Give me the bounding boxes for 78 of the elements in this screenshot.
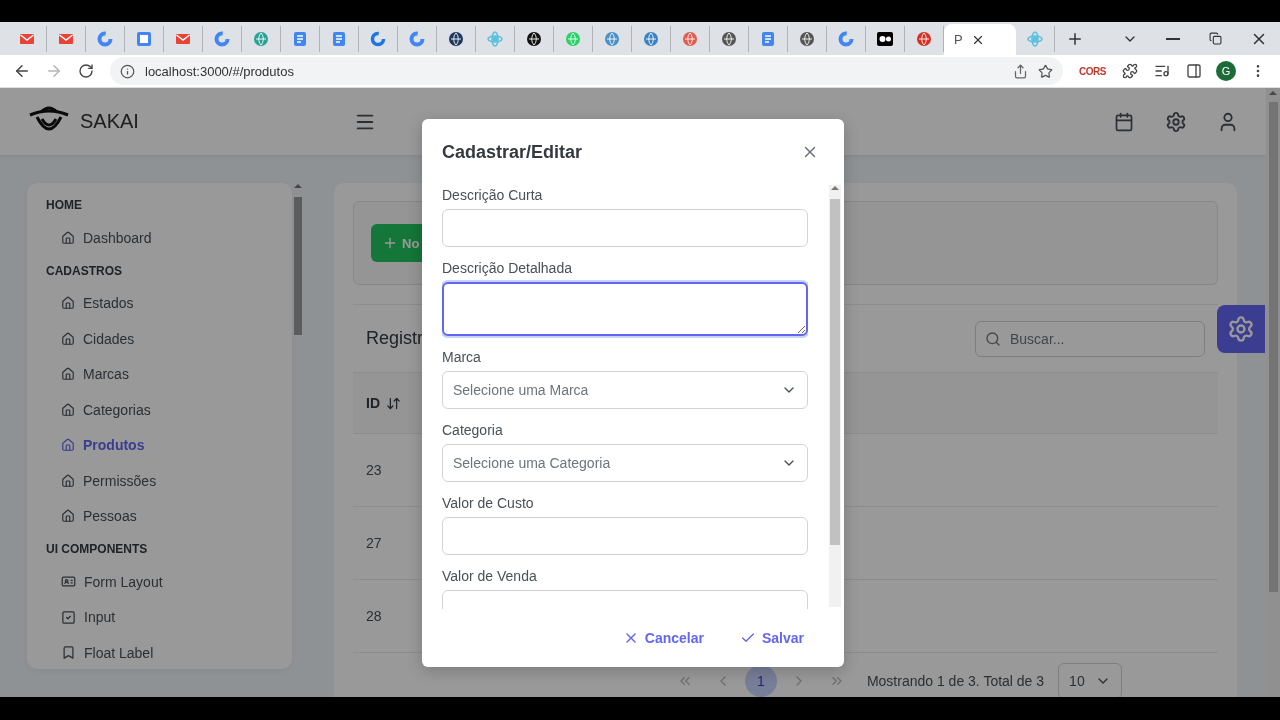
calendar-icon (1114, 111, 1134, 132)
scrollbar-thumb[interactable] (294, 197, 302, 335)
reload-icon (78, 63, 94, 79)
scrollbar-thumb[interactable] (830, 199, 840, 545)
scrollbar-thumb[interactable] (1268, 102, 1278, 592)
sidebar-item[interactable]: Float Label (46, 635, 273, 671)
search-field[interactable]: Buscar... (975, 320, 1205, 357)
restore-icon (1209, 32, 1222, 45)
table-cell: 27 (366, 535, 382, 551)
home-icon (61, 230, 75, 245)
share-icon[interactable] (1013, 63, 1029, 79)
page-button[interactable]: 1 (744, 665, 777, 697)
dropdown-field[interactable]: Selecione uma Categoria (442, 444, 808, 482)
scroll-up-icon[interactable] (831, 185, 839, 191)
bookmark-icon (61, 645, 76, 661)
dialog-title: Cadastrar/Editar (442, 141, 583, 163)
table-cell: 23 (366, 462, 382, 478)
playlist-icon (1154, 63, 1170, 79)
settings-icon (1227, 315, 1255, 343)
scroll-up-icon[interactable] (1269, 90, 1277, 96)
text-input[interactable] (442, 517, 808, 555)
star-icon[interactable] (1038, 63, 1054, 79)
home-icon (61, 296, 75, 311)
column-header[interactable]: ID (366, 395, 380, 411)
rows-per-page-dropdown[interactable]: 10 (1058, 663, 1123, 697)
section-title: CADASTROS (46, 262, 123, 280)
table-cell: 28 (366, 608, 382, 624)
field-label: Descrição Detalhada (442, 259, 573, 278)
sidebar-item[interactable]: Categorias (46, 392, 273, 428)
home-icon (61, 473, 75, 488)
sidebar-item[interactable]: Cidades (46, 321, 273, 357)
table-title: Registr (366, 328, 423, 349)
sidebar-item[interactable]: Estados (46, 285, 273, 321)
textarea-field[interactable] (442, 282, 808, 336)
settings-icon (1165, 110, 1187, 133)
home-icon (61, 509, 75, 524)
search-icon (985, 330, 1001, 347)
info-icon (120, 63, 135, 79)
home-icon (61, 367, 75, 382)
sidebar-item[interactable]: Permissões (46, 463, 273, 499)
field-label: Descrição Curta (442, 186, 544, 205)
browser-tab[interactable]: P (944, 24, 1016, 55)
home-icon (61, 402, 75, 417)
checkbox-icon (61, 609, 76, 625)
sidebar-item[interactable]: Dashboard (46, 220, 273, 256)
cancel-button[interactable]: Cancelar (614, 620, 712, 656)
home-icon (61, 438, 75, 453)
sidebar-item[interactable]: Produtos (46, 427, 273, 463)
tab-title: P (954, 32, 963, 47)
dropdown-field[interactable]: Selecione uma Marca (442, 371, 808, 409)
brand-name: SAKAI (80, 110, 139, 133)
home-icon (61, 331, 75, 346)
plus-icon (382, 235, 398, 251)
sidebar-item[interactable]: Pessoas (46, 498, 273, 534)
section-title: UI COMPONENTS (46, 541, 149, 558)
sidebar-item[interactable]: Form Layout (46, 564, 273, 600)
id-card-icon (61, 574, 76, 590)
extension-label[interactable]: CORS (1073, 65, 1112, 77)
sidebar-item[interactable]: Marcas (46, 356, 273, 392)
profile-avatar[interactable]: G (1216, 61, 1236, 81)
arrow-right-icon (45, 62, 63, 80)
side-panel-icon (1186, 63, 1202, 79)
url-text: localhost:3000/#/produtos (145, 63, 295, 79)
text-input[interactable] (442, 209, 808, 247)
page-report: Mostrando 1 de 3. Total de 3 (866, 673, 1045, 689)
section-title: HOME (46, 197, 83, 214)
save-button[interactable]: Salvar (731, 620, 812, 656)
sort-icon[interactable] (386, 395, 401, 411)
puzzle-icon (1122, 63, 1138, 79)
scroll-up-icon[interactable] (294, 183, 302, 189)
field-label: Valor de Custo (442, 494, 535, 513)
sidebar-item[interactable]: Input (46, 599, 273, 635)
minimize-icon (1165, 37, 1180, 40)
field-label: Categoria (442, 421, 504, 440)
field-label: Valor de Venda (442, 567, 538, 586)
settings-button[interactable] (1217, 305, 1265, 353)
field-label: Marca (442, 348, 482, 367)
address-bar[interactable]: localhost:3000/#/produtos (110, 57, 1064, 85)
